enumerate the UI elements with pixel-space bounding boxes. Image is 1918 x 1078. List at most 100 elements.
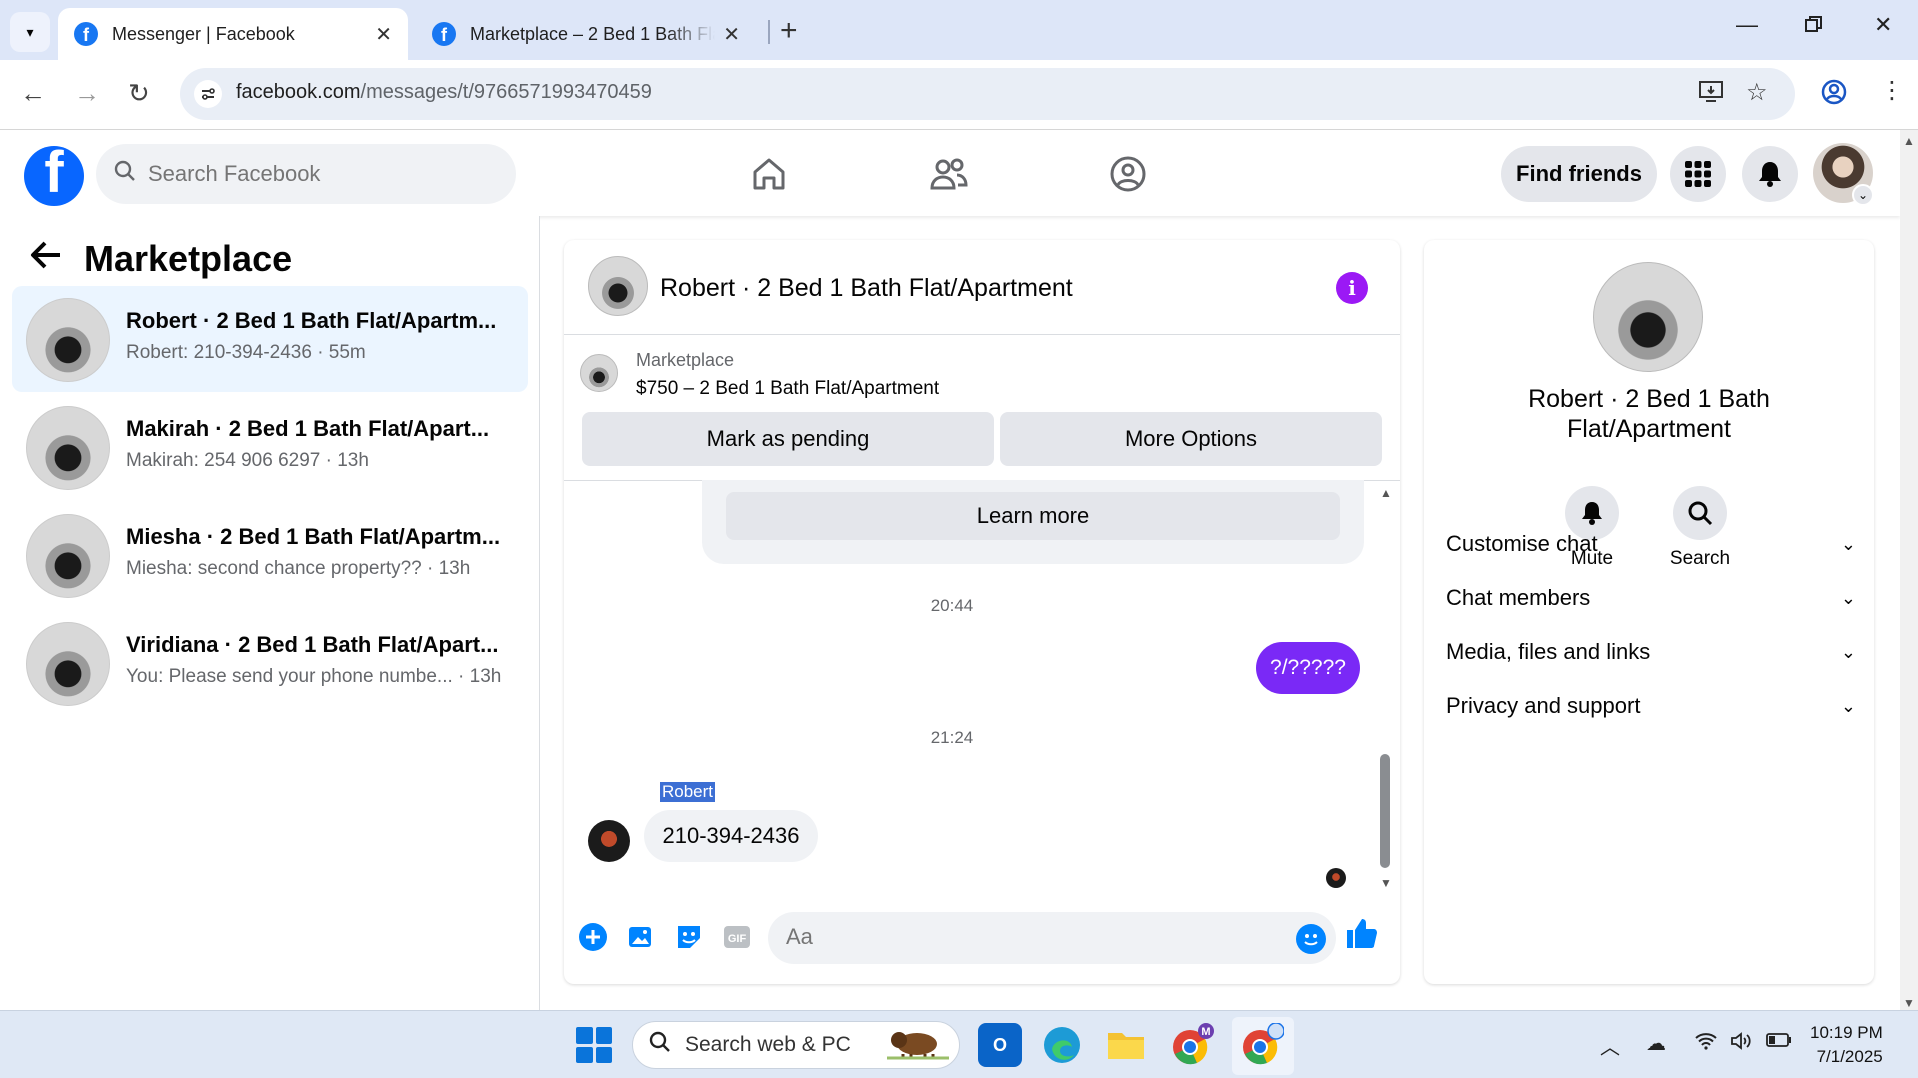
browser-tab-bar: ▾ f Messenger | Facebook ✕ f Marketplace…: [0, 0, 1918, 60]
section-privacy-support[interactable]: Privacy and support ⌄: [1446, 678, 1856, 734]
plus-icon[interactable]: [576, 920, 610, 954]
chat-window: Robert · 2 Bed 1 Bath Flat/Apartment i M…: [564, 240, 1400, 984]
conversation-item-viridiana[interactable]: Viridiana · 2 Bed 1 Bath Flat/Apart... Y…: [12, 610, 528, 716]
forward-icon[interactable]: →: [74, 78, 100, 109]
windows-start-icon[interactable]: [576, 1027, 612, 1063]
grid-icon: [1685, 161, 1711, 187]
photo-icon[interactable]: [624, 920, 658, 954]
install-app-icon[interactable]: [1698, 80, 1724, 109]
conversation-name: Robert · 2 Bed 1 Bath Flat/Apartm...: [126, 308, 497, 333]
conversation-name: Miesha · 2 Bed 1 Bath Flat/Apartm...: [126, 524, 501, 549]
notifications-button[interactable]: [1742, 146, 1798, 202]
find-friends-button[interactable]: Find friends: [1501, 146, 1657, 202]
more-options-button[interactable]: More Options: [1000, 412, 1382, 466]
marketplace-label: Marketplace: [636, 350, 735, 370]
facebook-search-input[interactable]: [148, 161, 468, 187]
outlook-icon[interactable]: O: [978, 1023, 1022, 1067]
show-hidden-icons[interactable]: ︿: [1600, 1031, 1620, 1060]
home-icon[interactable]: [745, 150, 793, 198]
system-clock[interactable]: 10:19 PM 7/1/2025: [1810, 1021, 1883, 1069]
clock-time: 10:19 PM: [1810, 1023, 1883, 1042]
listing-title[interactable]: $750 – 2 Bed 1 Bath Flat/Apartment: [636, 378, 939, 400]
facebook-favicon-icon: f: [432, 22, 456, 46]
section-chat-members[interactable]: Chat members ⌄: [1446, 570, 1856, 626]
browser-toolbar: ← → ↻ facebook.com/messages/t/9766571993…: [0, 60, 1918, 130]
learn-more-button[interactable]: Learn more: [726, 492, 1340, 540]
conversation-name: Viridiana · 2 Bed 1 Bath Flat/Apart...: [126, 632, 499, 657]
chat-avatar[interactable]: [588, 256, 648, 316]
tab-messenger[interactable]: f Messenger | Facebook ✕: [58, 8, 408, 60]
details-name: Robert · 2 Bed 1 Bath Flat/Apartment: [1528, 385, 1770, 443]
back-arrow-icon[interactable]: [30, 240, 62, 279]
page-scrollbar[interactable]: ▲ ▼: [1900, 130, 1918, 1010]
volume-icon[interactable]: [1730, 1031, 1754, 1057]
facebook-logo[interactable]: f: [24, 146, 84, 206]
url-domain: facebook.com: [236, 81, 361, 103]
gif-icon[interactable]: GIF: [720, 920, 754, 954]
mark-as-pending-button[interactable]: Mark as pending: [582, 412, 994, 466]
sticker-icon[interactable]: [672, 920, 706, 954]
menu-grid-button[interactable]: [1670, 146, 1726, 202]
section-media-files-links[interactable]: Media, files and links ⌄: [1446, 624, 1856, 680]
chevron-down-icon[interactable]: ⌄: [1852, 184, 1874, 206]
divider: [564, 334, 1400, 335]
close-window-icon[interactable]: ✕: [1874, 12, 1892, 38]
outgoing-message[interactable]: ?/?????: [1256, 642, 1360, 694]
chevron-down-icon: ⌄: [1840, 533, 1856, 554]
bison-search-highlight-icon: [887, 1024, 949, 1066]
section-customise-chat[interactable]: Customise chat ⌄: [1446, 516, 1856, 572]
close-tab-icon[interactable]: ✕: [375, 22, 392, 47]
chevron-down-icon: ⌄: [1840, 587, 1856, 608]
scroll-down-icon[interactable]: ▼: [1380, 876, 1392, 890]
listing-thumbnail[interactable]: [580, 354, 618, 392]
friends-icon[interactable]: [925, 150, 973, 198]
facebook-search[interactable]: [96, 144, 516, 204]
sender-name: Robert: [660, 782, 716, 802]
taskbar-search-placeholder: Search web & PC: [685, 1033, 851, 1056]
scroll-up-icon[interactable]: ▲: [1380, 486, 1392, 500]
reload-icon[interactable]: ↻: [128, 78, 150, 109]
scroll-down-icon[interactable]: ▼: [1900, 996, 1918, 1010]
bookmark-star-icon[interactable]: ☆: [1746, 78, 1768, 107]
message-composer[interactable]: [768, 912, 1336, 964]
incoming-message[interactable]: 210-394-2436: [644, 810, 818, 862]
tab-search-dropdown-button[interactable]: ▾: [10, 12, 50, 52]
conversation-item-miesha[interactable]: Miesha · 2 Bed 1 Bath Flat/Apartm... Mie…: [12, 502, 528, 608]
onedrive-icon[interactable]: ☁: [1646, 1031, 1666, 1056]
scroll-up-icon[interactable]: ▲: [1900, 134, 1918, 148]
file-explorer-icon[interactable]: [1104, 1023, 1148, 1067]
emoji-icon[interactable]: [1296, 924, 1326, 954]
chat-title[interactable]: Robert · 2 Bed 1 Bath Flat/Apartment: [660, 274, 1073, 303]
details-avatar[interactable]: [1593, 262, 1703, 372]
battery-icon[interactable]: [1766, 1031, 1792, 1055]
conversation-preview: Robert: 210-394-2436 · 55m: [126, 342, 366, 363]
restore-icon[interactable]: [1804, 14, 1824, 40]
chrome-profile-m-icon[interactable]: M: [1170, 1023, 1214, 1067]
close-tab-icon[interactable]: ✕: [723, 22, 740, 47]
conversation-item-robert[interactable]: Robert · 2 Bed 1 Bath Flat/Apartm... Rob…: [12, 286, 528, 392]
conversation-item-makirah[interactable]: Makirah · 2 Bed 1 Bath Flat/Apart... Mak…: [12, 394, 528, 500]
profile-icon[interactable]: [1820, 78, 1848, 111]
sender-avatar[interactable]: [588, 820, 630, 862]
section-label: Customise chat: [1446, 531, 1598, 556]
conversation-preview: Miesha: second chance property?? · 13h: [126, 558, 471, 579]
browser-menu-icon[interactable]: ⋮: [1880, 76, 1904, 105]
info-icon[interactable]: i: [1336, 272, 1368, 304]
tab-marketplace[interactable]: f Marketplace – 2 Bed 1 Bath Flat/Apartm…: [416, 8, 756, 60]
thumbs-up-icon[interactable]: [1344, 916, 1378, 959]
svg-text:M: M: [1201, 1026, 1210, 1038]
message-input[interactable]: [786, 924, 1266, 950]
url-text: facebook.com/messages/t/9766571993470459: [236, 81, 652, 104]
site-info-icon[interactable]: [194, 80, 222, 108]
wifi-icon[interactable]: [1694, 1031, 1718, 1057]
new-tab-button[interactable]: +: [780, 14, 798, 48]
groups-icon[interactable]: [1104, 150, 1152, 198]
minimize-icon[interactable]: —: [1736, 12, 1758, 38]
back-icon[interactable]: ←: [20, 78, 46, 109]
message-timestamp: 21:24: [930, 728, 974, 747]
address-bar[interactable]: facebook.com/messages/t/9766571993470459…: [180, 68, 1795, 120]
taskbar-search[interactable]: Search web & PC: [632, 1021, 960, 1069]
edge-icon[interactable]: [1040, 1023, 1084, 1067]
chrome-icon[interactable]: [1240, 1023, 1284, 1067]
chat-scrollbar-thumb[interactable]: [1380, 754, 1390, 868]
